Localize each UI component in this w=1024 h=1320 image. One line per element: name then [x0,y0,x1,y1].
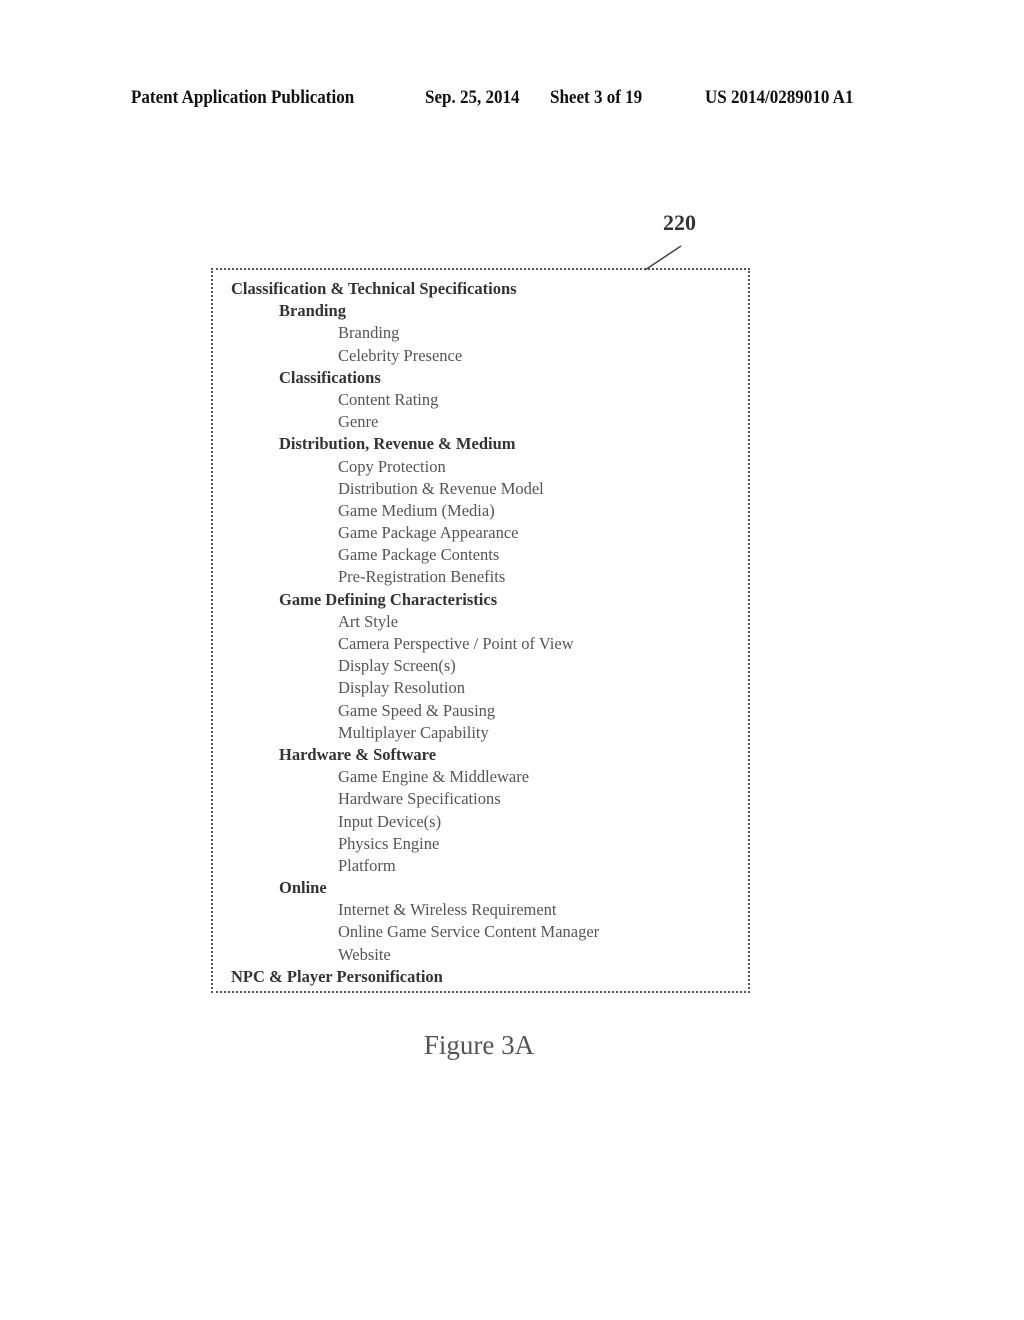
list-item: Game Package Contents [338,545,500,565]
list-item: Celebrity Presence [338,345,463,365]
figure-caption: Figure 3A [423,1030,535,1060]
figure-box: Classification & Technical Specification… [211,268,750,993]
list-item: Hardware Specifications [338,789,501,809]
list-item: Pre-Registration Benefits [338,567,506,587]
list-item: Game Speed & Pausing [338,700,496,720]
list-item: Copy Protection [338,456,446,476]
list-item: Display Resolution [338,678,465,698]
list-item: Internet & Wireless Requirement [338,900,557,920]
list-item: Art Style [338,611,399,631]
list-item: Website [338,944,391,964]
leader-line [644,245,682,271]
list-subheading: Online [279,878,327,898]
list-item: Multiplayer Capability [338,722,489,742]
list-item: Online Game Service Content Manager [338,922,600,942]
list-subheading: Game Defining Characteristics [279,589,498,609]
list-subheading: Classifications [279,367,381,387]
list-item: Branding [338,323,400,343]
list-item: Distribution & Revenue Model [338,478,544,498]
list-item: Game Package Appearance [338,523,519,543]
classification-list: Classification & Technical Specification… [213,278,748,988]
list-item: Genre [338,412,379,432]
list-subheading: Branding [279,301,346,321]
list-item: Display Screen(s) [338,656,456,676]
list-item: Camera Perspective / Point of View [338,634,574,653]
list-item: Platform [338,855,396,875]
list-item: Game Engine & Middleware [338,767,530,787]
list-item: Physics Engine [338,833,440,853]
list-item: Game Medium (Media) [338,500,495,520]
list-subheading: Hardware & Software [279,744,437,764]
list-heading: NPC & Player Personification [231,966,443,986]
list-subheading: Distribution, Revenue & Medium [279,434,516,454]
list-heading: Classification & Technical Specification… [231,279,517,298]
list-item: Input Device(s) [338,811,442,831]
list-item: Content Rating [338,389,439,409]
